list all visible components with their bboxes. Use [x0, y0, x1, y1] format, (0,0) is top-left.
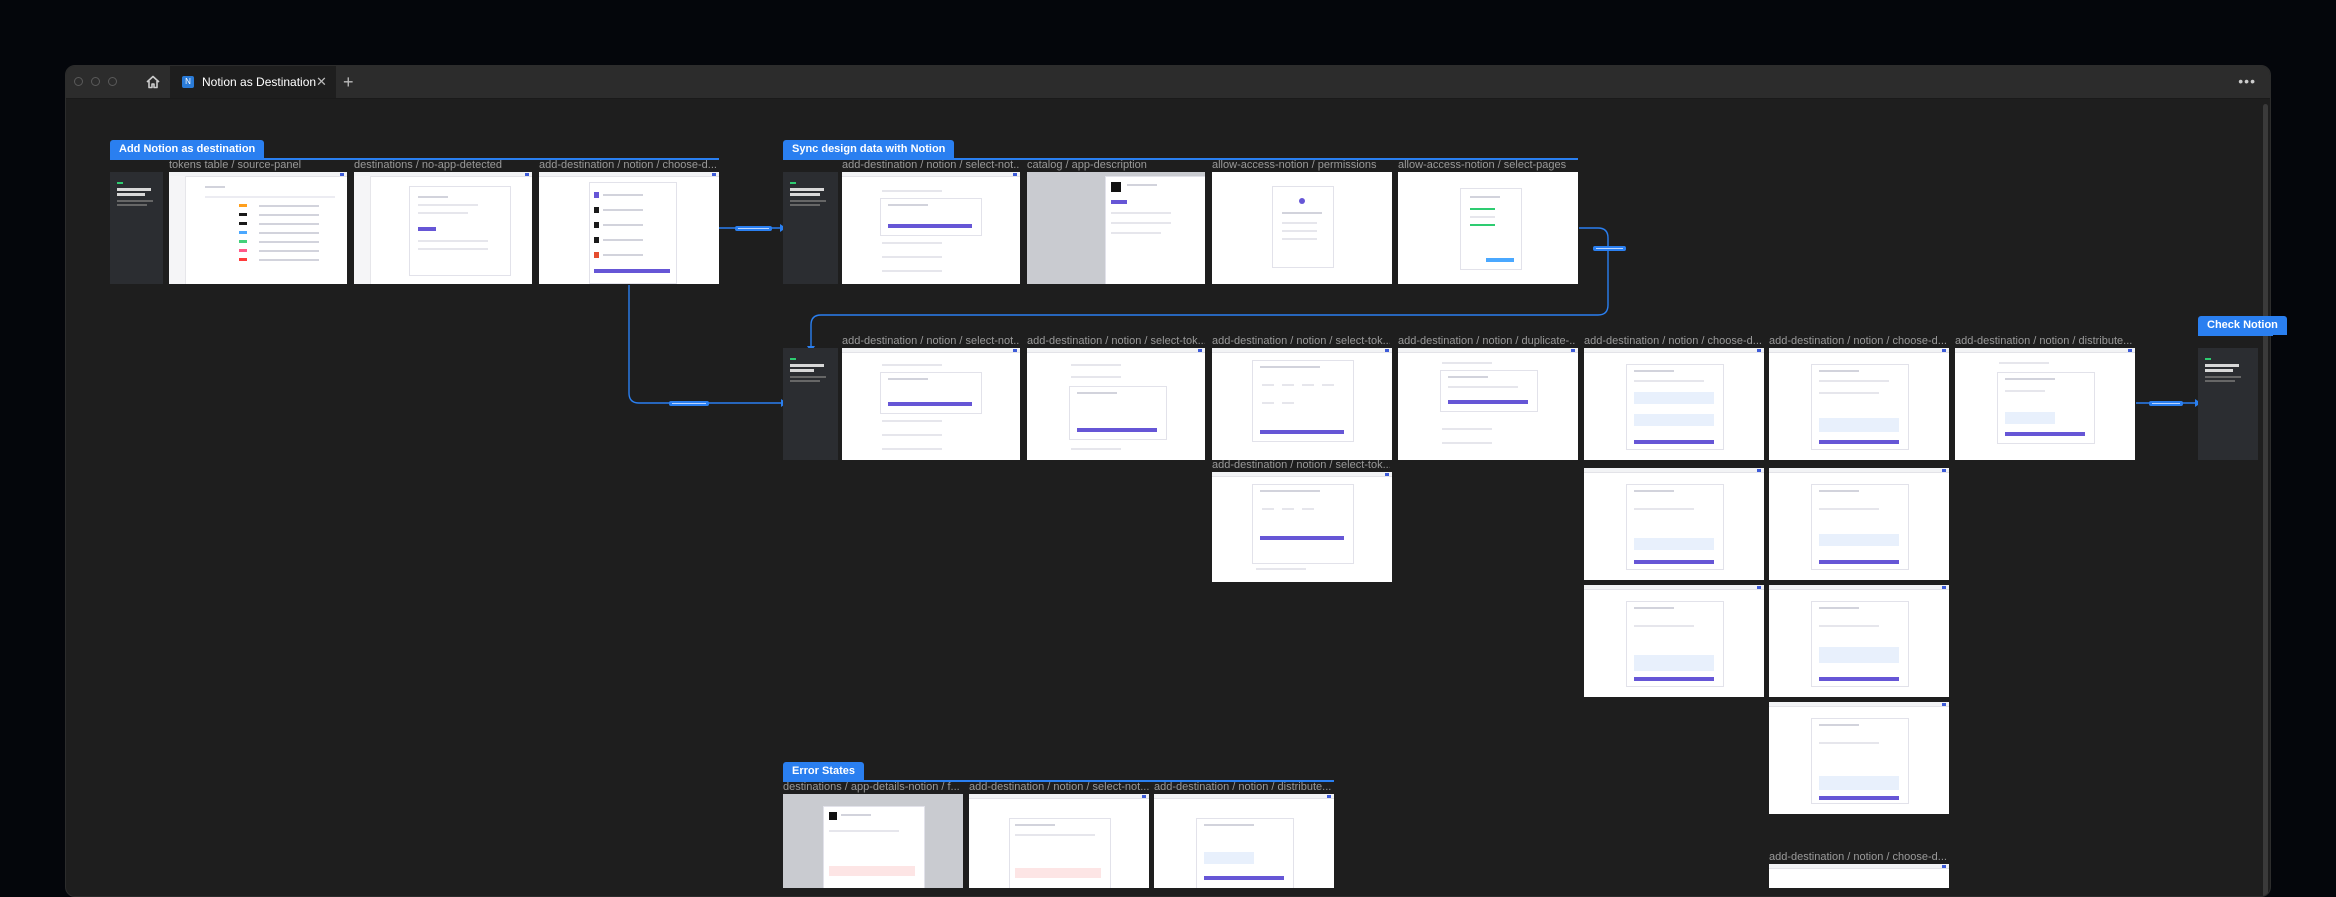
frame-permissions[interactable] — [1212, 172, 1392, 284]
frame-label: catalog / app-description — [1027, 159, 1147, 171]
section-label-add-notion[interactable]: Add Notion as destination — [110, 140, 265, 159]
frame-choose-destination-4[interactable] — [1584, 468, 1764, 580]
frame-label: add-destination / notion / distribute... — [1154, 781, 1332, 793]
frame-label: tokens table / source-panel — [169, 159, 302, 171]
frame-select-notion-2[interactable] — [842, 348, 1020, 460]
frame-label: add-destination / notion / choose-d... — [539, 159, 717, 171]
flow-connector-label — [1593, 246, 1626, 251]
frame-app-description[interactable] — [1027, 172, 1205, 284]
frame-label: add-destination / notion / select-tok... — [1212, 459, 1390, 471]
frame-select-notion-1[interactable] — [842, 172, 1020, 284]
frame-label: destinations / app-details-notion / f... — [783, 781, 960, 793]
frame-label: add-destination / notion / select-not... — [842, 159, 1020, 171]
frame-distribute-1[interactable] — [1955, 348, 2135, 460]
frame-label: add-destination / notion / select-tok... — [1027, 335, 1205, 347]
frame-choose-destination-9[interactable] — [1769, 864, 1949, 888]
frame-label: add-destination / notion / select-tok... — [1212, 335, 1390, 347]
frame-choose-destination-5[interactable] — [1584, 585, 1764, 697]
frame-label: add-destination / notion / distribute... — [1955, 335, 2133, 347]
frame-select-pages[interactable] — [1398, 172, 1578, 284]
frame-label: allow-access-notion / select-pages — [1398, 159, 1567, 171]
frame-label: allow-access-notion / permissions — [1212, 159, 1377, 171]
frame-no-app-detected[interactable] — [354, 172, 532, 284]
frame-choose-destination-7[interactable] — [1769, 585, 1949, 697]
frame-select-tokens-2[interactable] — [1212, 348, 1392, 460]
frame-label: add-destination / notion / duplicate-... — [1398, 335, 1576, 347]
flow-connector-label — [2149, 401, 2183, 406]
frame-select-notion-error[interactable] — [969, 794, 1149, 888]
frame-label: destinations / no-app-detected — [354, 159, 502, 171]
frame-label: add-destination / notion / choose-d... — [1769, 851, 1947, 863]
section-label-sync-design[interactable]: Sync design data with Notion — [783, 140, 955, 159]
frame-label: add-destination / notion / choose-d... — [1769, 335, 1947, 347]
frame-choose-destination-2[interactable] — [1584, 348, 1764, 460]
frame-choose-destination-3[interactable] — [1769, 348, 1949, 460]
frame-label: add-destination / notion / select-not... — [842, 335, 1020, 347]
section-label-error-states[interactable]: Error States — [783, 762, 864, 781]
section-underline — [2198, 334, 2273, 336]
frame-label: add-destination / notion / select-not... — [969, 781, 1149, 793]
frame-duplicate[interactable] — [1398, 348, 1578, 460]
frame-choose-destination[interactable] — [539, 172, 719, 284]
frame-distribute-error[interactable] — [1154, 794, 1334, 888]
section-label-check-notion[interactable]: Check Notion — [2198, 316, 2287, 335]
frame-select-tokens-1[interactable] — [1027, 348, 1205, 460]
frame-label: add-destination / notion / choose-d... — [1584, 335, 1762, 347]
frame-intro-select-page[interactable] — [783, 348, 838, 460]
frame-choose-destination-8[interactable] — [1769, 702, 1949, 814]
frame-choose-destination-6[interactable] — [1769, 468, 1949, 580]
frame-intro-select-workspace[interactable] — [783, 172, 838, 284]
flow-connector-label — [735, 226, 772, 231]
flow-connector-label — [669, 401, 709, 406]
frame-select-tokens-3[interactable] — [1212, 472, 1392, 582]
frame-app-details-error[interactable] — [783, 794, 963, 888]
frame-intro-add-notion[interactable] — [110, 172, 163, 284]
frame-intro-check-notion[interactable] — [2198, 348, 2258, 460]
frame-tokens-table[interactable] — [169, 172, 347, 284]
